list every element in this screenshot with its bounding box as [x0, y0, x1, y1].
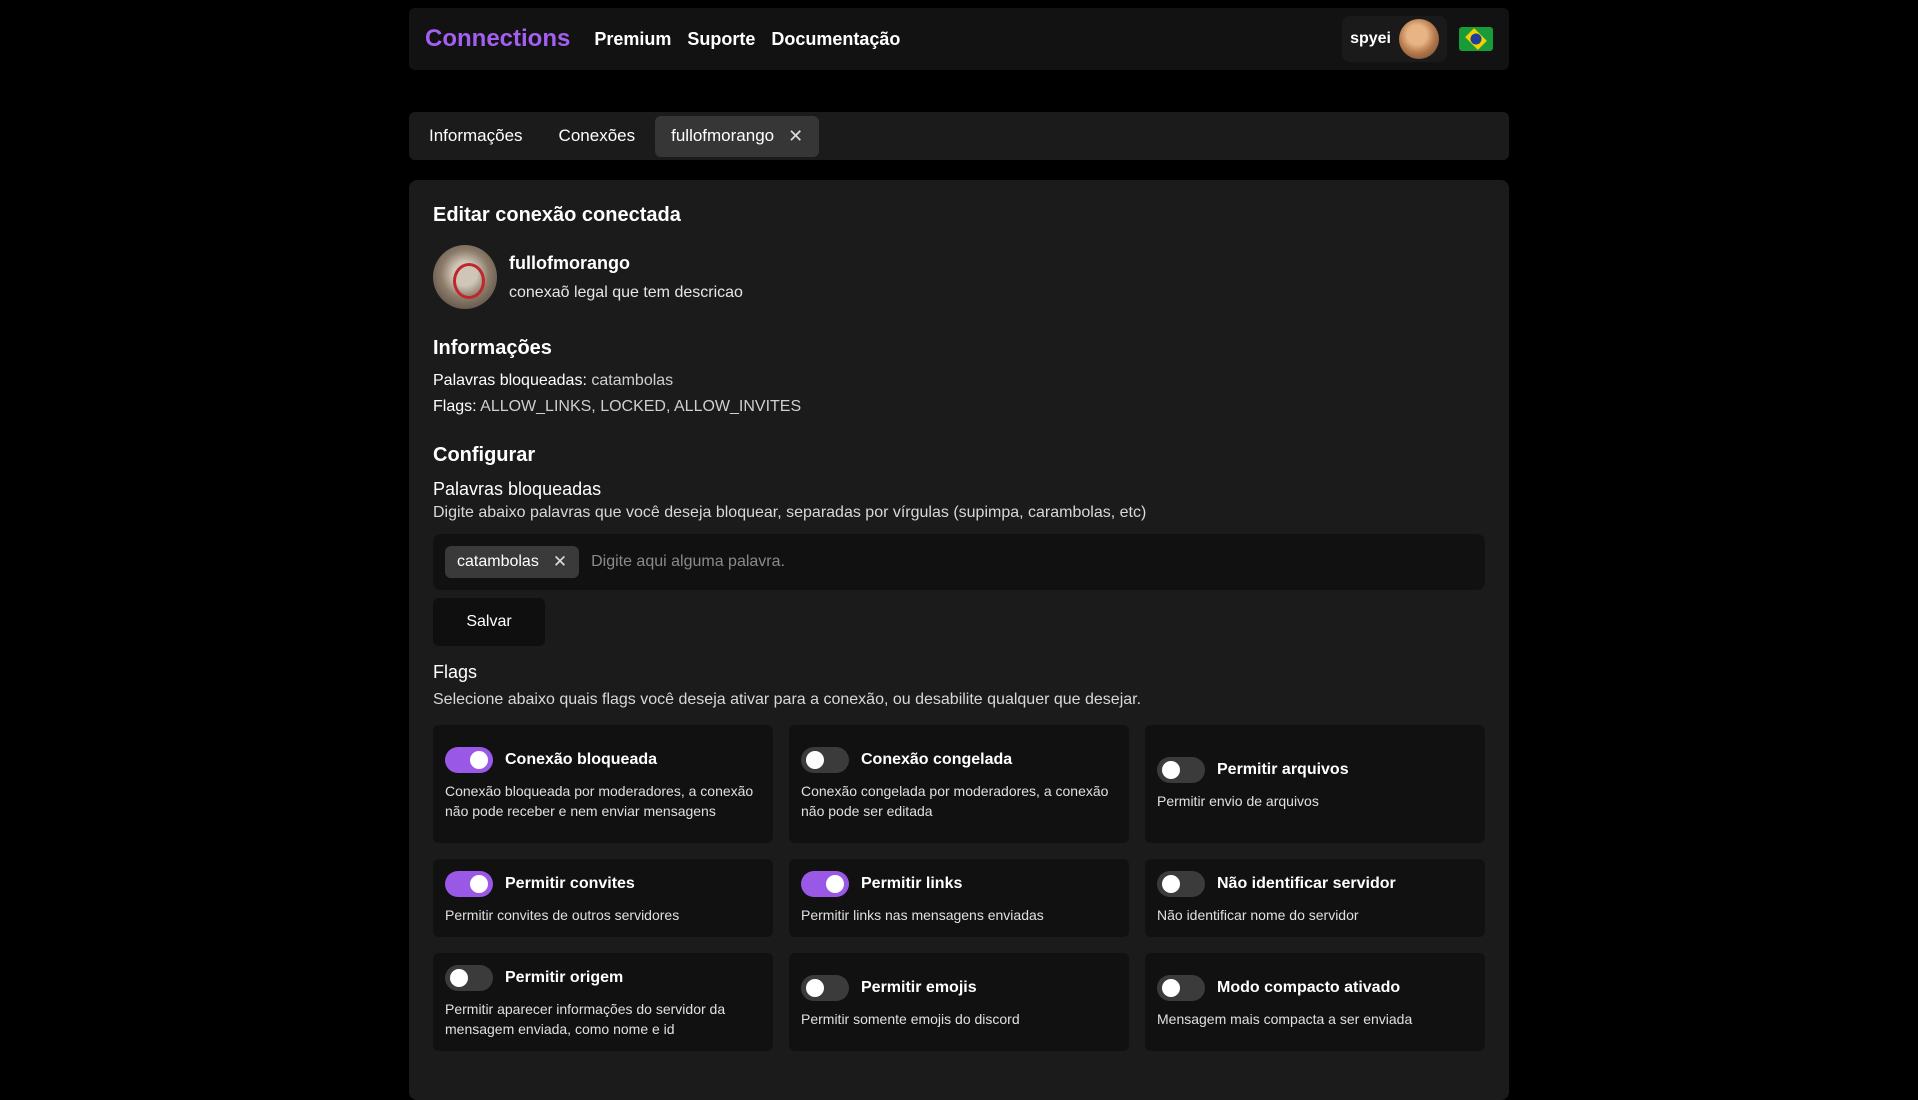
flag-card: Permitir origem Permitir aparecer inform… [433, 953, 773, 1051]
blocked-words-title: Palavras bloqueadas [433, 479, 602, 499]
toggle-switch[interactable] [801, 871, 849, 897]
flag-label: Permitir emojis [861, 979, 977, 996]
flag-description: Não identificar nome do servidor [1157, 907, 1359, 923]
word-chip: catambolas ✕ [445, 546, 580, 578]
info-label: Flags: [433, 398, 477, 415]
flag-description: Permitir links nas mensagens enviadas [801, 907, 1044, 923]
flag-description: Permitir convites de outros servidores [445, 907, 680, 923]
flag-card: Não identificar servidor Não identificar… [1145, 859, 1485, 937]
user-avatar [1399, 19, 1439, 59]
flags-title: Flags [433, 662, 478, 682]
close-icon[interactable]: ✕ [553, 552, 567, 572]
flag-card: Modo compacto ativado Mensagem mais comp… [1145, 953, 1485, 1051]
flag-label: Modo compacto ativado [1217, 979, 1401, 996]
tab-informacoes[interactable]: Informações [413, 116, 539, 156]
info-blocked-words: Palavras bloqueadas: catambolas [433, 372, 1485, 390]
info-label: Palavras bloqueadas: [433, 372, 587, 389]
toggle-switch[interactable] [445, 965, 493, 991]
flags-description: Selecione abaixo quais flags você deseja… [433, 691, 1142, 708]
word-chip-label: catambolas [457, 553, 539, 570]
username: spyei [1350, 30, 1391, 47]
blocked-words-input[interactable]: catambolas ✕ [433, 534, 1485, 590]
edit-connection-panel: Editar conexão conectada fullofmorango c… [409, 180, 1509, 1100]
info-value: catambolas [591, 372, 674, 389]
flag-label: Permitir links [861, 875, 963, 892]
flag-label: Permitir convites [505, 875, 635, 892]
close-icon[interactable]: ✕ [788, 126, 803, 147]
toggle-switch[interactable] [1157, 975, 1205, 1001]
flags-grid: Conexão bloqueada Conexão bloqueada por … [433, 725, 1485, 1051]
toggle-switch[interactable] [445, 871, 493, 897]
info-flags: Flags: ALLOW_LINKS, LOCKED, ALLOW_INVITE… [433, 398, 1485, 416]
brazil-flag-icon[interactable] [1459, 27, 1493, 51]
top-navbar: Connections Premium Suporte Documentação… [409, 8, 1509, 70]
tab-label: Conexões [558, 126, 636, 145]
connection-header: fullofmorango conexaõ legal que tem desc… [433, 245, 1485, 309]
toggle-switch[interactable] [1157, 757, 1205, 783]
flag-description: Conexão congelada por moderadores, a con… [801, 783, 1109, 819]
flag-card: Permitir links Permitir links nas mensag… [789, 859, 1129, 937]
flag-label: Permitir arquivos [1217, 761, 1349, 778]
tab-conexoes[interactable]: Conexões [543, 116, 652, 156]
flag-description: Permitir somente emojis do discord [801, 1011, 1020, 1027]
configure-section-title: Configurar [433, 444, 536, 466]
connection-avatar [433, 245, 497, 309]
navbar-right: spyei [1342, 16, 1493, 62]
flag-description: Permitir aparecer informações do servido… [445, 1001, 726, 1037]
flag-description: Permitir envio de arquivos [1157, 793, 1319, 809]
toggle-switch[interactable] [801, 975, 849, 1001]
info-value: ALLOW_LINKS, LOCKED, ALLOW_INVITES [480, 398, 802, 415]
tab-label: Informações [429, 126, 523, 145]
connection-name: fullofmorango [509, 252, 630, 273]
tab-fullofmorango[interactable]: fullofmorango ✕ [655, 115, 820, 157]
toggle-switch[interactable] [445, 747, 493, 773]
toggle-switch[interactable] [801, 747, 849, 773]
tab-bar: Informações Conexões fullofmorango ✕ [409, 112, 1509, 160]
flag-description: Mensagem mais compacta a ser enviada [1157, 1011, 1413, 1027]
flag-card: Permitir emojis Permitir somente emojis … [789, 953, 1129, 1051]
flag-card: Permitir convites Permitir convites de o… [433, 859, 773, 937]
toggle-switch[interactable] [1157, 871, 1205, 897]
nav-link-premium[interactable]: Premium [594, 29, 671, 50]
brand-logo[interactable]: Connections [425, 25, 570, 53]
flag-card: Conexão bloqueada Conexão bloqueada por … [433, 725, 773, 843]
flag-card: Conexão congelada Conexão congelada por … [789, 725, 1129, 843]
flag-label: Conexão congelada [861, 751, 1013, 768]
info-section-title: Informações [433, 337, 552, 359]
user-menu[interactable]: spyei [1342, 16, 1447, 62]
flag-description: Conexão bloqueada por moderadores, a con… [445, 783, 754, 819]
tab-label: fullofmorango [671, 126, 775, 145]
blocked-words-description: Digite abaixo palavras que você deseja b… [433, 504, 1147, 521]
word-input[interactable] [589, 552, 1473, 572]
page-title: Editar conexão conectada [433, 204, 681, 226]
flag-label: Permitir origem [505, 969, 624, 986]
nav-link-documentacao[interactable]: Documentação [771, 29, 900, 50]
connection-description: conexaõ legal que tem descricao [509, 283, 743, 301]
flag-label: Não identificar servidor [1217, 875, 1396, 892]
flag-card: Permitir arquivos Permitir envio de arqu… [1145, 725, 1485, 843]
flag-label: Conexão bloqueada [505, 751, 658, 768]
nav-link-suporte[interactable]: Suporte [687, 29, 755, 50]
save-button[interactable]: Salvar [433, 598, 545, 646]
